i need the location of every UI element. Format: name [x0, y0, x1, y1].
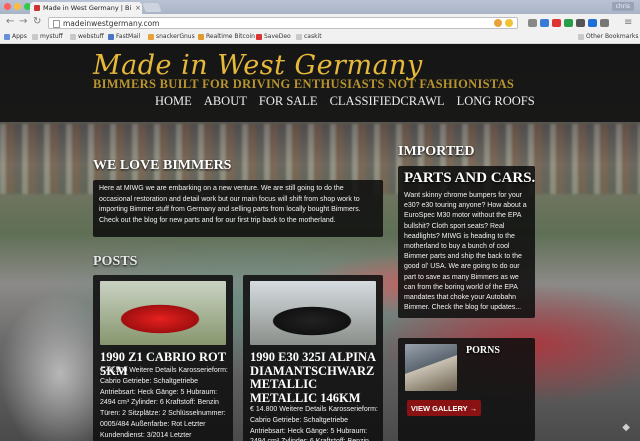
bookmark-fastmail[interactable]: FastMail: [108, 33, 140, 40]
nav-classifiedcrawl[interactable]: CLASSIFIEDCRAWL: [330, 94, 445, 109]
back-icon[interactable]: ←: [6, 17, 14, 27]
extension-icon[interactable]: [528, 19, 537, 27]
porns-heading: PORNS: [466, 345, 500, 356]
nav-long-roofs[interactable]: LONG ROOFS: [457, 94, 535, 109]
favicon-icon: [34, 5, 40, 11]
apps-icon: [4, 33, 10, 40]
tab-close-icon[interactable]: ×: [135, 4, 141, 12]
site-header: Made in West Germany BIMMERS BUILT FOR D…: [0, 44, 640, 122]
web-page: Made in West Germany BIMMERS BUILT FOR D…: [0, 44, 640, 441]
bookmark-mystuff[interactable]: mystuff: [32, 33, 63, 40]
extension-icon[interactable]: [540, 19, 549, 27]
folder-icon: [32, 33, 38, 40]
browser-tab[interactable]: Made in West Germany | Bi ×: [30, 2, 142, 14]
porns-thumbnail[interactable]: [405, 344, 457, 391]
nav-home[interactable]: HOME: [155, 94, 192, 109]
porns-panel: PORNS VIEW GALLERY →: [398, 338, 535, 441]
view-gallery-button[interactable]: VIEW GALLERY →: [407, 400, 481, 416]
nav-about[interactable]: ABOUT: [204, 94, 247, 109]
browser-tabstrip: Made in West Germany | Bi × chris: [0, 0, 640, 14]
page-info-icon[interactable]: [53, 20, 60, 28]
window-controls: [4, 3, 31, 10]
tab-title: Made in West Germany | Bi: [43, 4, 132, 12]
we-love-panel: Here at MIWG we are embarking on a new v…: [93, 180, 383, 237]
nav-for-sale[interactable]: FOR SALE: [259, 94, 318, 109]
reload-icon[interactable]: ↻: [33, 17, 41, 27]
post-excerpt: € 14.800 Weitere Details Karosserieform:…: [250, 406, 378, 441]
folder-icon: [578, 33, 584, 40]
post-photo-z1[interactable]: [100, 281, 226, 345]
posts-heading: POSTS: [93, 254, 138, 269]
imported-subheading: PARTS AND CARS.: [404, 170, 536, 186]
address-bar[interactable]: madeinwestgermany.com: [48, 17, 518, 29]
browser-toolbar: ← → ↻ madeinwestgermany.com ≡: [0, 14, 640, 33]
menu-icon[interactable]: ≡: [624, 18, 632, 28]
extension-icon[interactable]: [494, 19, 502, 27]
post-photo-e30[interactable]: [250, 281, 376, 345]
post-title[interactable]: 1990 E30 325I ALPINA DIAMANTSCHWARZ META…: [250, 350, 378, 405]
snacker-icon: [148, 33, 154, 40]
we-love-text: Here at MIWG we are embarking on a new v…: [99, 185, 361, 224]
new-tab-button[interactable]: [142, 3, 162, 12]
page-icon: [296, 33, 302, 40]
extension-icon[interactable]: [564, 19, 573, 27]
url-text: madeinwestgermany.com: [63, 19, 160, 28]
folder-icon: [70, 33, 76, 40]
extension-icon[interactable]: [600, 19, 609, 27]
minimize-window-icon[interactable]: [14, 3, 21, 10]
bookmark-caskit[interactable]: caskit: [296, 33, 322, 40]
post-card[interactable]: 1990 E30 325I ALPINA DIAMANTSCHWARZ META…: [243, 275, 383, 441]
profile-button[interactable]: chris: [611, 2, 634, 11]
imported-text: Want skinny chrome bumpers for your e30?…: [404, 192, 527, 312]
main-nav: HOME ABOUT FOR SALE CLASSIFIEDCRAWL LONG…: [155, 94, 535, 109]
post-excerpt: € 46.500 Weitere Details Karosserieform:…: [100, 367, 228, 439]
bitcoin-icon: [198, 33, 204, 40]
extension-icon[interactable]: [552, 19, 561, 27]
bookmark-apps[interactable]: Apps: [4, 33, 27, 40]
bookmark-webstuff[interactable]: webstuff: [70, 33, 104, 40]
savedeo-icon: [256, 33, 262, 40]
scroll-indicator-icon[interactable]: ◆: [622, 422, 630, 433]
site-tagline: BIMMERS BUILT FOR DRIVING ENTHUSIASTS NO…: [93, 77, 515, 91]
other-bookmarks[interactable]: Other Bookmarks: [578, 33, 638, 40]
imported-heading: IMPORTED: [398, 144, 475, 159]
bookmark-star-icon[interactable]: [505, 19, 513, 27]
extension-icon[interactable]: [576, 19, 585, 27]
bookmark-snackergnus[interactable]: snackerGnus: [148, 33, 195, 40]
mail-icon: [108, 33, 114, 40]
imported-panel: PARTS AND CARS. Want skinny chrome bumpe…: [398, 166, 535, 318]
bookmark-realtime-bitcoin[interactable]: Realtime Bitcoin: [198, 33, 255, 40]
close-window-icon[interactable]: [4, 3, 11, 10]
post-card[interactable]: 1990 Z1 CABRIO ROT 5KM € 46.500 Weitere …: [93, 275, 233, 441]
bookmarks-bar: Apps mystuff webstuff FastMail snackerGn…: [0, 32, 640, 44]
forward-icon[interactable]: →: [19, 17, 27, 27]
we-love-heading: WE LOVE BIMMERS: [93, 158, 232, 173]
bookmark-savedeo[interactable]: SaveDeo: [256, 33, 291, 40]
extension-icon[interactable]: [588, 19, 597, 27]
